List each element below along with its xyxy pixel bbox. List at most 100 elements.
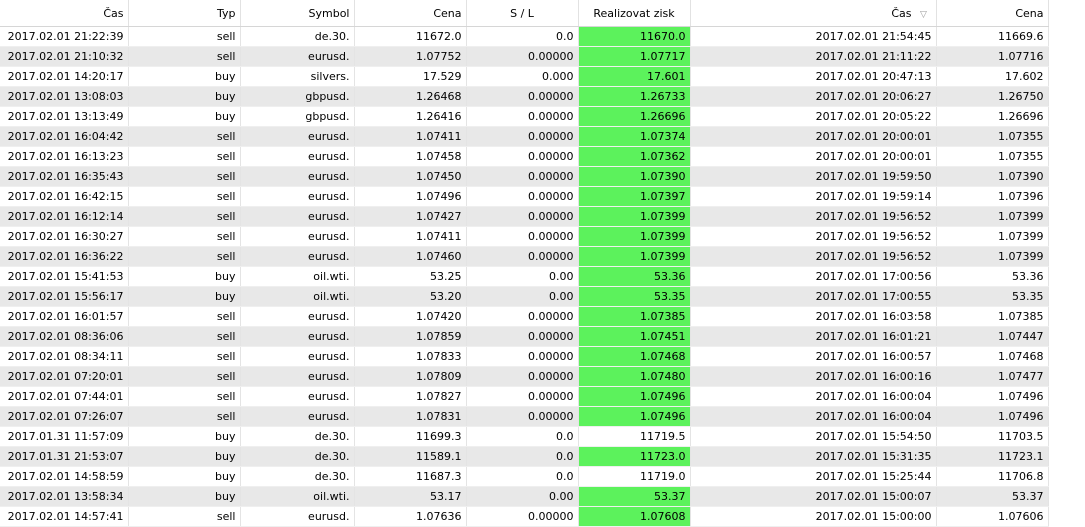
table-row[interactable]: 2017.02.01 13:08:03 buy gbpusd. 1.26468 0.00… [0,86,1049,107]
table-row[interactable]: 2017.02.01 14:20:17 buy silvers. 17.529 0.00… [0,66,1049,87]
cell-sl: 0.00 [466,266,579,287]
cell-take-profit: 1.07451 [578,326,691,347]
column-header-price[interactable]: Cena [354,0,467,27]
cell-price: 53.25 [354,266,467,287]
cell-type: buy [128,466,241,487]
cell-symbol: eurusd. [240,246,355,267]
column-header-sl[interactable]: S / L [466,0,579,27]
cell-close-time: 2017.02.01 20:00:01 [690,146,937,167]
cell-symbol: gbpusd. [240,86,355,107]
cell-sl: 0.00000 [466,406,579,427]
cell-close-price: 11669.6 [936,26,1049,47]
cell-sl: 0.00 [466,286,579,307]
table-row[interactable]: 2017.02.01 07:44:01 sell eurusd. 1.07827 0.0… [0,386,1049,407]
column-header-time[interactable]: Čas [0,0,129,27]
table-row[interactable]: 2017.02.01 16:36:22 sell eurusd. 1.07460 0.0… [0,246,1049,267]
cell-close-time: 2017.02.01 15:25:44 [690,466,937,487]
cell-close-price: 11703.5 [936,426,1049,447]
cell-take-profit: 1.07468 [578,346,691,367]
cell-close-time: 2017.02.01 16:00:57 [690,346,937,367]
cell-take-profit: 1.07399 [578,206,691,227]
cell-price: 1.07460 [354,246,467,267]
cell-sl: 0.00000 [466,506,579,527]
column-header-close-time[interactable]: Čas ▽ [690,0,937,27]
cell-close-price: 1.07396 [936,186,1049,207]
cell-symbol: silvers. [240,66,355,87]
table-row[interactable]: 2017.02.01 15:56:17 buy oil.wti. 53.20 0.00 5… [0,286,1049,307]
cell-type: buy [128,106,241,127]
cell-close-time: 2017.02.01 21:54:45 [690,26,937,47]
column-header-close-price[interactable]: Cena [936,0,1049,27]
cell-close-price: 17.602 [936,66,1049,87]
cell-close-time: 2017.02.01 19:56:52 [690,246,937,267]
table-row[interactable]: 2017.01.31 11:57:09 buy de.30. 11699.3 0.0 11… [0,426,1049,447]
cell-type: sell [128,246,241,267]
cell-sl: 0.000 [466,66,579,87]
table-row[interactable]: 2017.02.01 13:58:34 buy oil.wti. 53.17 0.00 5… [0,486,1049,507]
cell-symbol: eurusd. [240,386,355,407]
cell-sl: 0.00000 [466,386,579,407]
table-row[interactable]: 2017.02.01 14:57:41 sell eurusd. 1.07636 0.0… [0,506,1049,527]
cell-price: 1.07809 [354,366,467,387]
cell-price: 1.07411 [354,126,467,147]
cell-symbol: eurusd. [240,506,355,527]
cell-sl: 0.00000 [466,86,579,107]
table-row[interactable]: 2017.02.01 08:34:11 sell eurusd. 1.07833 0.0… [0,346,1049,367]
cell-time: 2017.02.01 13:08:03 [0,86,129,107]
cell-time: 2017.02.01 15:41:53 [0,266,129,287]
cell-close-time: 2017.02.01 16:00:04 [690,386,937,407]
table-row[interactable]: 2017.02.01 21:10:32 sell eurusd. 1.07752 0.0… [0,46,1049,67]
cell-price: 11672.0 [354,26,467,47]
cell-close-price: 1.07496 [936,406,1049,427]
cell-symbol: de.30. [240,466,355,487]
cell-time: 2017.01.31 21:53:07 [0,446,129,467]
cell-price: 1.07859 [354,326,467,347]
table-row[interactable]: 2017.02.01 16:35:43 sell eurusd. 1.07450 0.0… [0,166,1049,187]
cell-type: buy [128,426,241,447]
cell-price: 1.07420 [354,306,467,327]
table-row[interactable]: 2017.02.01 16:12:14 sell eurusd. 1.07427 0.0… [0,206,1049,227]
column-header-symbol[interactable]: Symbol [240,0,355,27]
cell-take-profit: 53.37 [578,486,691,507]
column-header-label: Cena [1015,6,1044,20]
cell-close-price: 53.35 [936,286,1049,307]
cell-take-profit: 1.07362 [578,146,691,167]
cell-take-profit: 1.07385 [578,306,691,327]
column-header-take-profit[interactable]: Realizovat zisk [578,0,691,27]
cell-time: 2017.02.01 16:35:43 [0,166,129,187]
table-row[interactable]: 2017.02.01 16:13:23 sell eurusd. 1.07458 0.0… [0,146,1049,167]
column-header-label: Typ [217,6,236,20]
table-row[interactable]: 2017.02.01 15:41:53 buy oil.wti. 53.25 0.00 5… [0,266,1049,287]
table-row[interactable]: 2017.02.01 16:01:57 sell eurusd. 1.07420 0.0… [0,306,1049,327]
table-row[interactable]: 2017.02.01 07:20:01 sell eurusd. 1.07809 0.0… [0,366,1049,387]
cell-time: 2017.02.01 07:44:01 [0,386,129,407]
cell-close-time: 2017.02.01 15:00:07 [690,486,937,507]
column-header-type[interactable]: Typ [128,0,241,27]
cell-sl: 0.00000 [466,306,579,327]
cell-close-price: 1.07355 [936,126,1049,147]
cell-close-time: 2017.02.01 19:59:14 [690,186,937,207]
table-row[interactable]: 2017.02.01 16:42:15 sell eurusd. 1.07496 0.0… [0,186,1049,207]
cell-close-price: 1.26696 [936,106,1049,127]
cell-price: 1.26416 [354,106,467,127]
cell-symbol: eurusd. [240,166,355,187]
cell-type: sell [128,166,241,187]
column-header-label: Čas [891,6,912,20]
cell-take-profit: 1.07717 [578,46,691,67]
table-row[interactable]: 2017.01.31 21:53:07 buy de.30. 11589.1 0.0 11… [0,446,1049,467]
table-row[interactable]: 2017.02.01 08:36:06 sell eurusd. 1.07859 0.0… [0,326,1049,347]
table-row[interactable]: 2017.02.01 16:30:27 sell eurusd. 1.07411 0.0… [0,226,1049,247]
cell-type: buy [128,286,241,307]
column-header-label: Realizovat zisk [593,6,675,20]
cell-symbol: gbpusd. [240,106,355,127]
table-row[interactable]: 2017.02.01 16:04:42 sell eurusd. 1.07411 0.0… [0,126,1049,147]
cell-symbol: de.30. [240,26,355,47]
cell-type: sell [128,406,241,427]
cell-price: 1.07427 [354,206,467,227]
cell-close-time: 2017.02.01 15:00:00 [690,506,937,527]
table-row[interactable]: 2017.02.01 07:26:07 sell eurusd. 1.07831 0.0… [0,406,1049,427]
table-row[interactable]: 2017.02.01 21:22:39 sell de.30. 11672.0 0.0 1… [0,26,1049,47]
cell-symbol: eurusd. [240,226,355,247]
table-row[interactable]: 2017.02.01 13:13:49 buy gbpusd. 1.26416 0.00… [0,106,1049,127]
table-row[interactable]: 2017.02.01 14:58:59 buy de.30. 11687.3 0.0 11… [0,466,1049,487]
